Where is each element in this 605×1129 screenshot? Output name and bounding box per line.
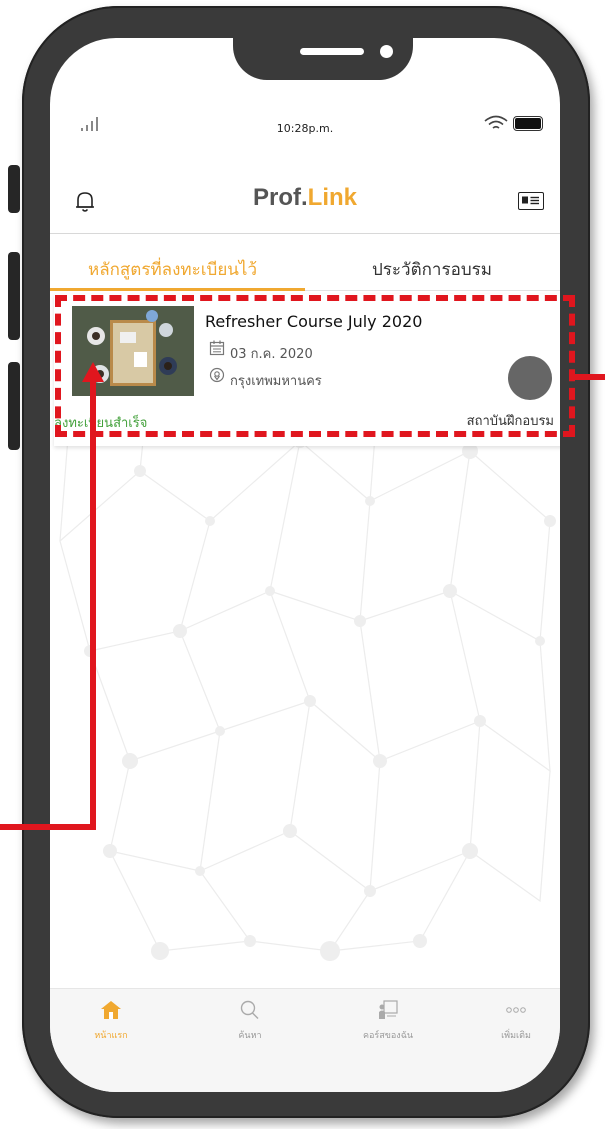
nav-home-label: หน้าแรก (94, 1031, 128, 1041)
highlight-box (55, 295, 575, 437)
search-icon (240, 1000, 259, 1019)
nav-more-label: เพิ่มเติม (501, 1031, 531, 1041)
nav-my-courses-label: คอร์สของฉัน (363, 1031, 413, 1041)
more-icon (506, 1007, 526, 1013)
nav-home[interactable]: หน้าแรก (76, 1000, 146, 1042)
annotation-arrow-foot (0, 824, 96, 830)
nav-my-courses[interactable]: คอร์สของฉัน (353, 1000, 423, 1042)
annotation-connector (575, 374, 605, 380)
my-course-icon (379, 1000, 398, 1019)
side-button (8, 165, 20, 213)
battery-icon (513, 116, 543, 131)
side-button (8, 362, 20, 450)
header-divider (50, 233, 560, 234)
home-icon (101, 1001, 121, 1019)
speaker (300, 48, 364, 55)
tab-training-history[interactable]: ประวัติการอบรม (372, 256, 492, 283)
nav-search-label: ค้นหา (238, 1031, 262, 1041)
nav-search[interactable]: ค้นหา (215, 1000, 285, 1042)
wifi-icon (484, 115, 508, 129)
annotation-arrow-head (82, 362, 104, 382)
annotation-arrow-shaft (90, 378, 96, 830)
app-logo: Prof.Link (252, 184, 357, 211)
nav-more[interactable]: เพิ่มเติม (481, 1000, 551, 1042)
camera (380, 45, 393, 58)
tab-registered-courses[interactable]: หลักสูตรที่ลงทะเบียนไว้ (88, 256, 257, 283)
id-card-icon[interactable] (518, 192, 544, 210)
screen: 10:28p.m. Prof.Link หลักสูตรที่ลงทะเบียน… (50, 38, 560, 1092)
side-button (8, 252, 20, 340)
